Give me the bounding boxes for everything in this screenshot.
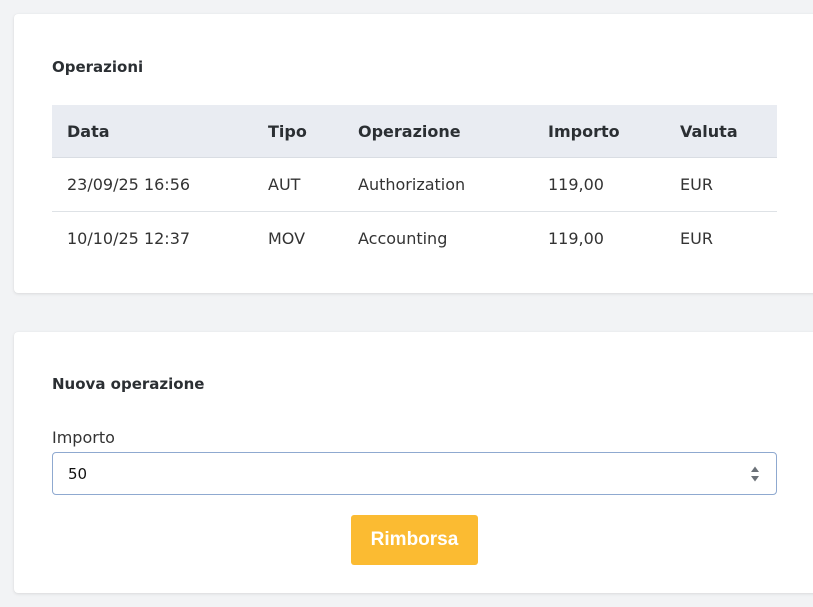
table-row: 10/10/25 12:37 MOV Accounting 119,00 EUR <box>52 212 777 266</box>
cell-importo: 119,00 <box>548 229 604 248</box>
amount-label: Importo <box>52 428 115 447</box>
cell-data: 23/09/25 16:56 <box>52 157 253 212</box>
amount-input[interactable] <box>53 453 733 494</box>
operations-card: Operazioni Data Tipo Operazione Importo … <box>14 14 813 293</box>
table-header-row: Data Tipo Operazione Importo Valuta <box>52 105 777 158</box>
amount-stepper[interactable] <box>750 465 760 483</box>
cell-tipo: MOV <box>268 229 306 248</box>
column-header-data: Data <box>52 105 253 158</box>
cell-valuta: EUR <box>680 229 713 248</box>
cell-data: 10/10/25 12:37 <box>67 229 191 248</box>
chevron-up-icon[interactable] <box>750 465 760 473</box>
column-header-tipo: Tipo <box>253 105 343 158</box>
column-header-valuta: Valuta <box>665 105 777 158</box>
cell-tipo: AUT <box>253 157 343 212</box>
cell-operazione: Authorization <box>343 157 533 212</box>
refund-button[interactable]: Rimborsa <box>351 515 478 565</box>
column-header-importo: Importo <box>533 105 665 158</box>
amount-field[interactable] <box>52 452 777 495</box>
new-operation-title: Nuova operazione <box>52 375 205 393</box>
operations-title: Operazioni <box>52 58 144 76</box>
cell-importo: 119,00 <box>533 157 665 212</box>
cell-operazione: Accounting <box>358 229 448 248</box>
table-row: 23/09/25 16:56 AUT Authorization 119,00 … <box>52 157 777 212</box>
cell-valuta: EUR <box>665 157 777 212</box>
column-header-operazione: Operazione <box>343 105 533 158</box>
operations-table: Data Tipo Operazione Importo Valuta 23/0… <box>52 105 777 265</box>
new-operation-card: Nuova operazione Importo Rimborsa <box>14 332 813 593</box>
chevron-down-icon[interactable] <box>750 475 760 483</box>
